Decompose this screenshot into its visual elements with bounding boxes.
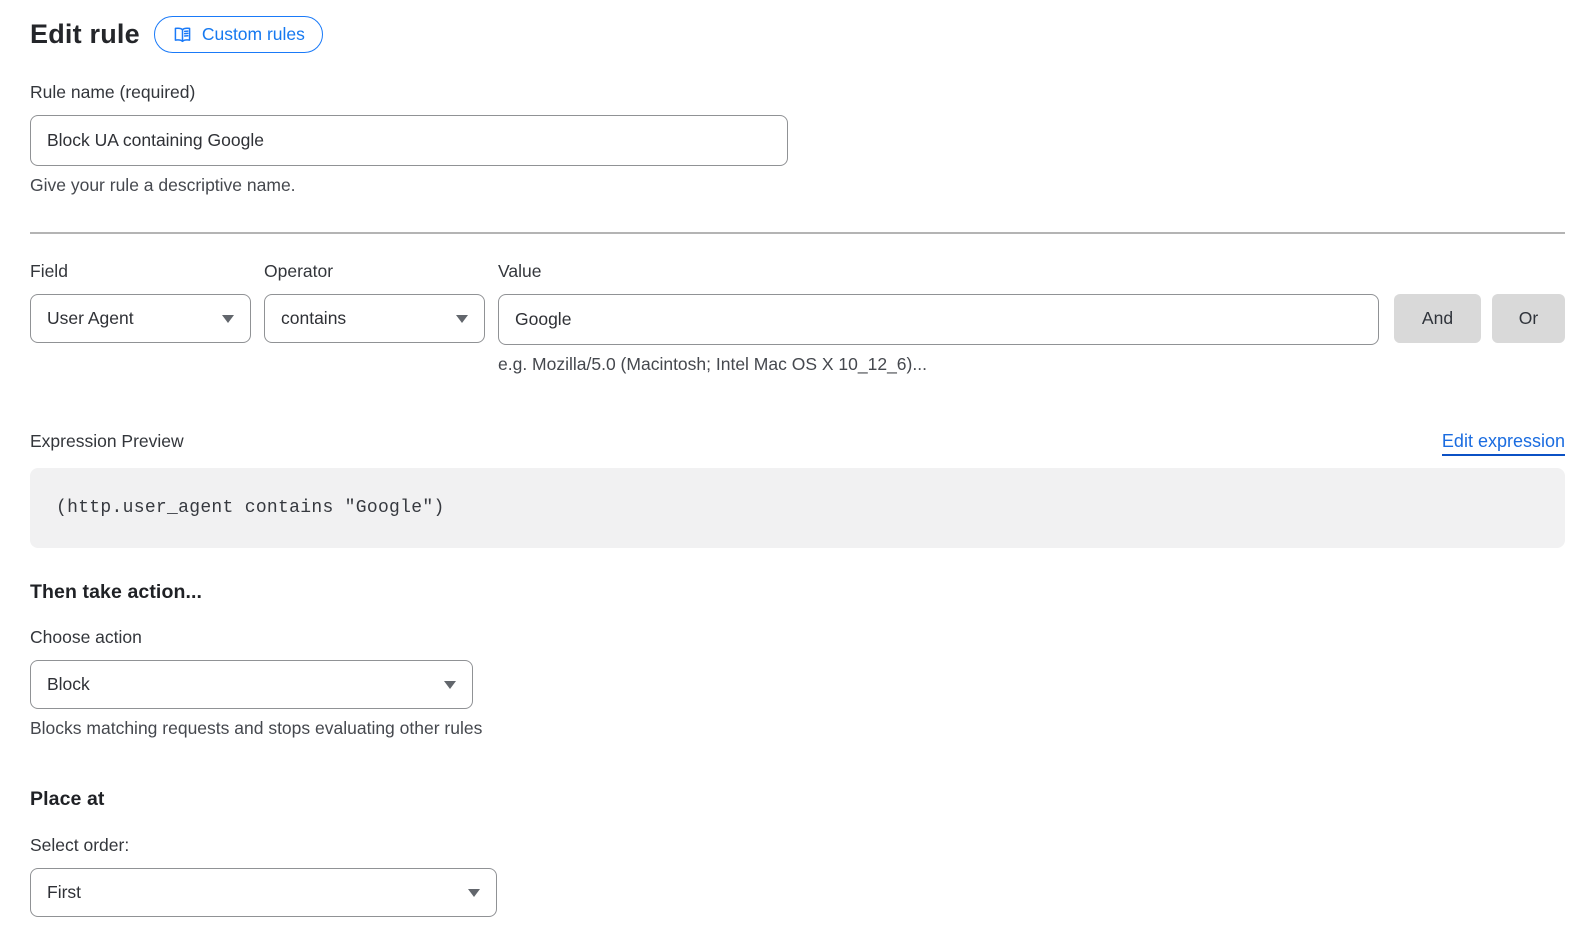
placement-section: Place at Select order: First xyxy=(30,788,1565,917)
or-button[interactable]: Or xyxy=(1492,294,1565,343)
edit-expression-link[interactable]: Edit expression xyxy=(1442,431,1565,456)
field-select[interactable]: User Agent xyxy=(30,294,251,343)
value-help: e.g. Mozilla/5.0 (Macintosh; Intel Mac O… xyxy=(498,354,1379,375)
value-column: Value e.g. Mozilla/5.0 (Macintosh; Intel… xyxy=(498,260,1379,375)
expression-builder-row: Field User Agent Operator contains Value… xyxy=(30,260,1565,375)
custom-rules-button-label: Custom rules xyxy=(202,26,305,44)
connector-buttons: And Or xyxy=(1394,294,1565,343)
operator-label: Operator xyxy=(264,260,485,282)
expression-code: (http.user_agent contains "Google") xyxy=(30,468,1565,548)
chevron-down-icon xyxy=(456,315,468,323)
rule-name-help: Give your rule a descriptive name. xyxy=(30,175,1565,196)
rule-name-section: Rule name (required) Give your rule a de… xyxy=(30,81,1565,196)
operator-column: Operator contains xyxy=(264,260,485,343)
value-input[interactable] xyxy=(498,294,1379,345)
field-column: Field User Agent xyxy=(30,260,251,343)
action-help: Blocks matching requests and stops evalu… xyxy=(30,718,1565,739)
placement-label: Select order: xyxy=(30,834,1565,856)
placement-heading: Place at xyxy=(30,788,1565,811)
and-button[interactable]: And xyxy=(1394,294,1481,343)
value-label: Value xyxy=(498,260,1379,282)
open-book-icon xyxy=(172,25,193,45)
action-select-value: Block xyxy=(47,674,90,695)
action-heading: Then take action... xyxy=(30,581,1565,604)
operator-select-value: contains xyxy=(281,308,346,329)
expression-preview-header: Expression Preview Edit expression xyxy=(30,431,1565,456)
expression-preview-label: Expression Preview xyxy=(30,431,184,452)
chevron-down-icon xyxy=(468,889,480,897)
order-select[interactable]: First xyxy=(30,868,497,917)
chevron-down-icon xyxy=(222,315,234,323)
page-title: Edit rule xyxy=(30,19,140,50)
action-section: Then take action... Choose action Block … xyxy=(30,581,1565,739)
section-divider xyxy=(30,232,1565,234)
field-select-value: User Agent xyxy=(47,308,134,329)
page-header: Edit rule Custom rules xyxy=(30,16,1565,53)
custom-rules-button[interactable]: Custom rules xyxy=(154,16,323,53)
rule-name-input[interactable] xyxy=(30,115,788,166)
action-select[interactable]: Block xyxy=(30,660,473,709)
edit-rule-page: Edit rule Custom rules Rule name (requir… xyxy=(0,0,1587,952)
order-select-value: First xyxy=(47,882,81,903)
rule-name-label: Rule name (required) xyxy=(30,81,1565,103)
field-label: Field xyxy=(30,260,251,282)
operator-select[interactable]: contains xyxy=(264,294,485,343)
action-label: Choose action xyxy=(30,626,1565,648)
chevron-down-icon xyxy=(444,681,456,689)
